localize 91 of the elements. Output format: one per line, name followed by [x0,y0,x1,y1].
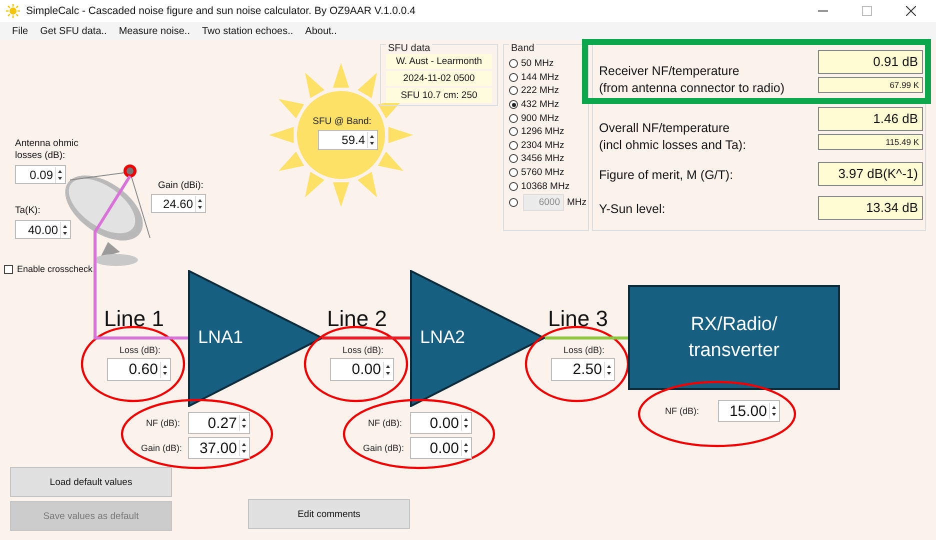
number-field[interactable]: 2.50 [551,358,615,381]
field-label: Loss (dB): [118,345,162,355]
sfu-info-field: 2024-11-02 0500 [386,71,492,86]
action-button[interactable]: Load default values [10,467,172,497]
amplifier-name: LNA1 [198,327,244,348]
field-label: Gain (dB): [140,443,182,453]
field-label: NF (dB): [368,418,402,428]
menu-item[interactable]: Measure noise.. [112,26,196,36]
spin-arrows-icon[interactable] [383,362,392,378]
radio-button[interactable] [509,182,518,191]
menu-item[interactable]: Get SFU data.. [34,26,113,36]
radio-label[interactable]: 5760 MHz [521,167,564,178]
spin-arrows-icon[interactable] [604,362,613,378]
result-value: 0.91 dB [818,50,923,74]
group-title: SFU data [386,43,432,54]
number-field[interactable]: 40.00 [15,220,71,239]
line-title: Line 2 [327,306,387,332]
number-field[interactable]: 59.4 [318,130,378,150]
field-label: Loss (dB): [341,345,384,355]
unit-label: MHz [567,197,587,208]
field-label: Antenna ohmic losses (dB): [15,138,80,162]
action-button[interactable]: Edit comments [248,499,410,529]
close-icon[interactable] [906,6,916,16]
spin-arrows-icon[interactable] [55,166,64,182]
radio-button[interactable] [509,114,518,123]
receiver-block: RX/Radio/ transverter [628,285,840,390]
radio-button[interactable] [509,154,518,164]
result-value: 13.34 dB [818,196,923,220]
spin-arrows-icon[interactable] [160,362,169,378]
menu-item[interactable]: About.. [299,26,343,36]
radio-button[interactable] [509,72,518,82]
line-title: Line 1 [104,306,164,332]
line-title: Line 3 [548,306,608,332]
sfu-info-field: W. Aust - Learmonth [386,54,492,69]
radio-label[interactable]: 10368 MHz [521,180,570,192]
radio-button[interactable] [509,59,518,68]
spin-arrows-icon[interactable] [239,415,248,431]
result-value: 3.97 dB(K^-1) [818,162,923,186]
field-label: Gain (dBi): [158,180,204,191]
number-field[interactable]: 0.60 [107,358,171,381]
checkbox[interactable] [4,264,13,274]
result-value: 115.49 K [818,134,923,150]
window-title: SimpleCalc - Cascaded noise figure and sun noise calculator. By OZ9AAR V.1.0.0.4 [26,5,416,17]
number-field[interactable]: 24.60 [151,194,206,213]
radio-button[interactable] [509,100,518,110]
group-title: Band [509,43,536,54]
radio-label[interactable]: 900 MHz [521,112,560,124]
radio-button[interactable] [509,127,518,136]
radio-label[interactable]: 144 MHz [521,72,560,83]
field-label: Gain (dB): [362,443,404,453]
spin-arrows-icon[interactable] [60,222,69,238]
result-label: Y-Sun level: [599,201,666,218]
number-field[interactable]: 37.00 [188,437,250,459]
radio-label[interactable]: 2304 MHz [521,140,564,151]
result-value: 1.46 dB [818,107,923,131]
result-label: Figure of merit, M (G/T): [599,167,734,184]
result-label: Overall NF/temperature (incl ohmic losses and Ta): [599,120,746,154]
sun-icon [6,4,20,18]
number-field[interactable]: 15.00 [718,400,780,422]
field-label: Ta(K): [15,205,40,216]
satellite-dish-icon [65,164,150,266]
radio-button[interactable] [509,168,518,178]
number-field[interactable]: 0.27 [188,412,250,434]
spin-arrows-icon[interactable] [367,132,376,148]
spin-arrows-icon[interactable] [461,440,470,456]
number-field[interactable]: 0.09 [15,165,66,184]
sfu-band-label: SFU @ Band: [312,116,372,127]
result-value: 67.99 K [818,77,923,93]
radio-label[interactable]: 50 MHz [521,58,554,70]
field-label: Loss (dB): [562,345,606,355]
field-label: NF (dB): [665,406,700,416]
radio-button[interactable] [509,140,518,150]
spin-arrows-icon[interactable] [195,196,204,212]
radio-label[interactable]: 432 MHz [521,99,560,110]
radio-label[interactable]: 1296 MHz [521,126,564,138]
menu-item[interactable]: File [6,26,34,36]
field-label: NF (dB): [146,418,180,428]
result-label: Receiver NF/temperature (from antenna connector to radio) [599,63,785,97]
radio-label[interactable]: 222 MHz [521,85,560,96]
radio-button[interactable] [509,86,518,96]
spin-arrows-icon[interactable] [239,440,248,456]
number-field[interactable]: 0.00 [330,358,394,381]
amplifier-name: LNA2 [420,327,466,348]
menu-item[interactable]: Two station echoes.. [196,26,300,36]
spin-arrows-icon[interactable] [461,415,470,431]
spin-arrows-icon[interactable] [769,403,778,419]
checkbox-label[interactable]: Enable crosscheck [17,264,93,274]
sfu-info-field: SFU 10.7 cm: 250 [386,88,492,103]
number-field[interactable]: 0.00 [410,437,472,459]
radio-label[interactable]: 3456 MHz [521,153,564,164]
number-field[interactable]: 0.00 [410,412,472,434]
